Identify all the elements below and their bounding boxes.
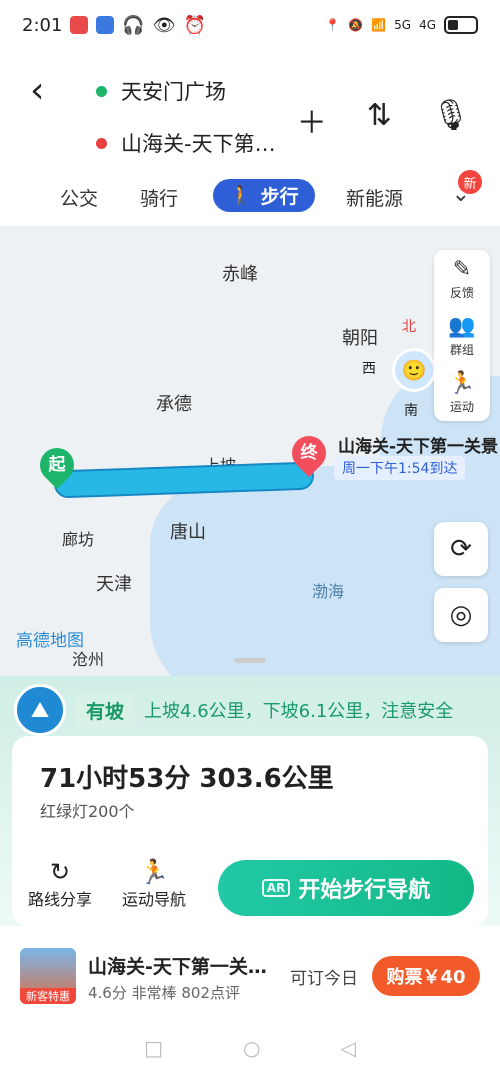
traffic-lights: 红绿灯200个 xyxy=(40,802,135,821)
end-pin-label: 终 xyxy=(300,443,318,463)
tab-transit[interactable]: 公交 xyxy=(60,184,98,211)
back-nav-button[interactable]: ◁ xyxy=(340,1036,355,1060)
alarm-icon: ⏰ xyxy=(183,14,207,36)
compass-south: 南 xyxy=(404,403,418,419)
start-pin[interactable]: 起 xyxy=(32,440,82,490)
route-summary-card[interactable]: 71小时53分 303.6公里 红绿灯200个 ↻ 路线分享 🏃 运动导航 AR… xyxy=(12,736,488,926)
start-walk-nav-button[interactable]: AR 开始步行导航 xyxy=(218,860,474,916)
add-waypoint-button[interactable]: ＋ xyxy=(297,98,327,142)
destination-dot-icon xyxy=(96,137,107,149)
transport-tabs: 公交 骑行 🚶 步行 新能源 新 ⌄ xyxy=(0,170,500,222)
origin-field[interactable]: 天安门广场 xyxy=(96,76,226,106)
book-today-label: 可订今日 xyxy=(290,969,358,989)
origin-text: 天安门广场 xyxy=(121,80,226,104)
city-label: 承德 xyxy=(156,394,192,415)
refresh-icon: ⟳ xyxy=(450,534,472,564)
signal-5g-label: 5G xyxy=(394,18,412,32)
destination-map-label: 山海关-天下第一关景 xyxy=(338,437,499,457)
user-avatar[interactable]: 🙂 xyxy=(392,348,436,392)
tab-walk-label: 步行 xyxy=(260,186,299,208)
sport-label: 运动 xyxy=(449,400,474,414)
tab-ev[interactable]: 新能源 xyxy=(346,184,403,211)
locate-button[interactable]: ◎ xyxy=(434,588,488,642)
mute-icon: 🔕 xyxy=(348,18,364,32)
wifi-icon: 📶 xyxy=(371,18,387,32)
feedback-button[interactable]: ✎ 反馈 xyxy=(450,256,474,301)
sport-nav-button[interactable]: 🏃 运动导航 xyxy=(122,858,186,910)
swap-button[interactable]: ⇅ xyxy=(367,98,392,142)
start-nav-label: 开始步行导航 xyxy=(298,878,431,903)
slope-icon: ⛰ xyxy=(14,684,66,736)
status-time: 2:01 xyxy=(22,14,63,36)
compass-north: 北 xyxy=(402,319,416,335)
microphone-button[interactable]: 🎙 xyxy=(432,98,470,142)
refresh-button[interactable]: ⟳ xyxy=(434,522,488,576)
home-button[interactable]: ○ xyxy=(243,1036,260,1060)
city-label: 唐山 xyxy=(170,522,206,543)
compass-west: 西 xyxy=(362,361,376,377)
arrival-time: 周一下午1:54到达 xyxy=(334,456,466,480)
locate-icon: ◎ xyxy=(449,600,473,630)
city-label: 廊坊 xyxy=(62,530,95,549)
share-label: 路线分享 xyxy=(28,890,93,909)
start-pin-label: 起 xyxy=(48,455,66,475)
sea-label: 渤海 xyxy=(312,582,345,601)
recent-apps-button[interactable]: □ xyxy=(144,1036,163,1060)
pencil-icon: ✎ xyxy=(452,257,472,282)
sport-icon: 🏃 xyxy=(448,371,476,396)
system-navbar: □ ○ ◁ xyxy=(0,1026,500,1069)
promo-title: 山海关-天下第一关… xyxy=(88,956,267,978)
ar-icon: AR xyxy=(261,879,291,897)
new-customer-tag: 新客特惠 xyxy=(20,988,76,1004)
city-label: 朝阳 xyxy=(342,328,378,349)
promo-rating: 4.6分 非常棒 802点评 xyxy=(88,984,241,1002)
status-bar: 2:01 🎧 👁 ⏰ 📍 🔕 📶 5G 4G xyxy=(0,0,500,50)
sport-nav-label: 运动导航 xyxy=(122,890,187,909)
group-label: 群组 xyxy=(449,343,474,357)
city-label: 天津 xyxy=(96,574,132,595)
route-header: ‹ 天安门广场 山海关-天下第… ＋ ⇅ 🎙 公交 骑行 🚶 步行 新能源 新 … xyxy=(0,50,500,230)
tab-bike[interactable]: 骑行 xyxy=(140,184,178,211)
scenic-spot-promo[interactable]: 新客特惠 山海关-天下第一关… 4.6分 非常棒 802点评 可订今日 购票￥4… xyxy=(0,926,500,1026)
group-icon: 👥 xyxy=(448,314,476,339)
app-notification-icon xyxy=(70,16,89,34)
feedback-label: 反馈 xyxy=(449,286,474,300)
map-view[interactable]: 赤峰 朝阳 承德 上坡 廊坊 唐山 天津 渤海 沧州 起 终 山海关-天下第一关… xyxy=(0,226,500,686)
route-summary: 71小时53分 303.6公里 xyxy=(40,764,334,794)
sport-button[interactable]: 🏃 运动 xyxy=(448,370,475,415)
sport-nav-icon: 🏃 xyxy=(139,858,169,886)
headphones-icon: 🎧 xyxy=(122,14,145,36)
signal-4g-label: 4G xyxy=(419,18,436,32)
battery-icon xyxy=(444,16,478,34)
eye-icon: 👁 xyxy=(152,14,176,36)
amap-logo: 高德地图 xyxy=(16,631,84,651)
sheet-drag-handle[interactable] xyxy=(234,658,266,663)
route-sheet: ⛰ 有坡 上坡4.6公里，下坡6.1公里，注意安全 71小时53分 303.6公… xyxy=(0,676,500,926)
slope-text: 上坡4.6公里，下坡6.1公里，注意安全 xyxy=(144,701,454,722)
back-button[interactable]: ‹ xyxy=(30,70,44,111)
scenic-thumbnail: 新客特惠 xyxy=(20,948,76,1004)
share-route-button[interactable]: ↻ 路线分享 xyxy=(28,858,92,910)
location-icon: 📍 xyxy=(325,18,341,32)
map-side-panel: ✎ 反馈 👥 群组 🏃 运动 xyxy=(434,250,490,421)
share-icon: ↻ xyxy=(49,858,71,886)
buy-ticket-button[interactable]: 购票￥40 xyxy=(372,956,480,996)
city-label: 赤峰 xyxy=(222,264,258,285)
origin-dot-icon xyxy=(96,85,107,97)
destination-text: 山海关-天下第… xyxy=(121,132,276,156)
end-pin[interactable]: 终 xyxy=(284,428,334,478)
app-notification-icon xyxy=(96,16,115,34)
walk-icon: 🚶 xyxy=(229,185,253,207)
destination-field[interactable]: 山海关-天下第… xyxy=(96,128,276,158)
chevron-down-icon[interactable]: ⌄ xyxy=(452,182,470,207)
tab-walk[interactable]: 🚶 步行 xyxy=(213,179,315,212)
slope-tag: 有坡 xyxy=(76,692,135,728)
group-button[interactable]: 👥 群组 xyxy=(448,313,475,358)
